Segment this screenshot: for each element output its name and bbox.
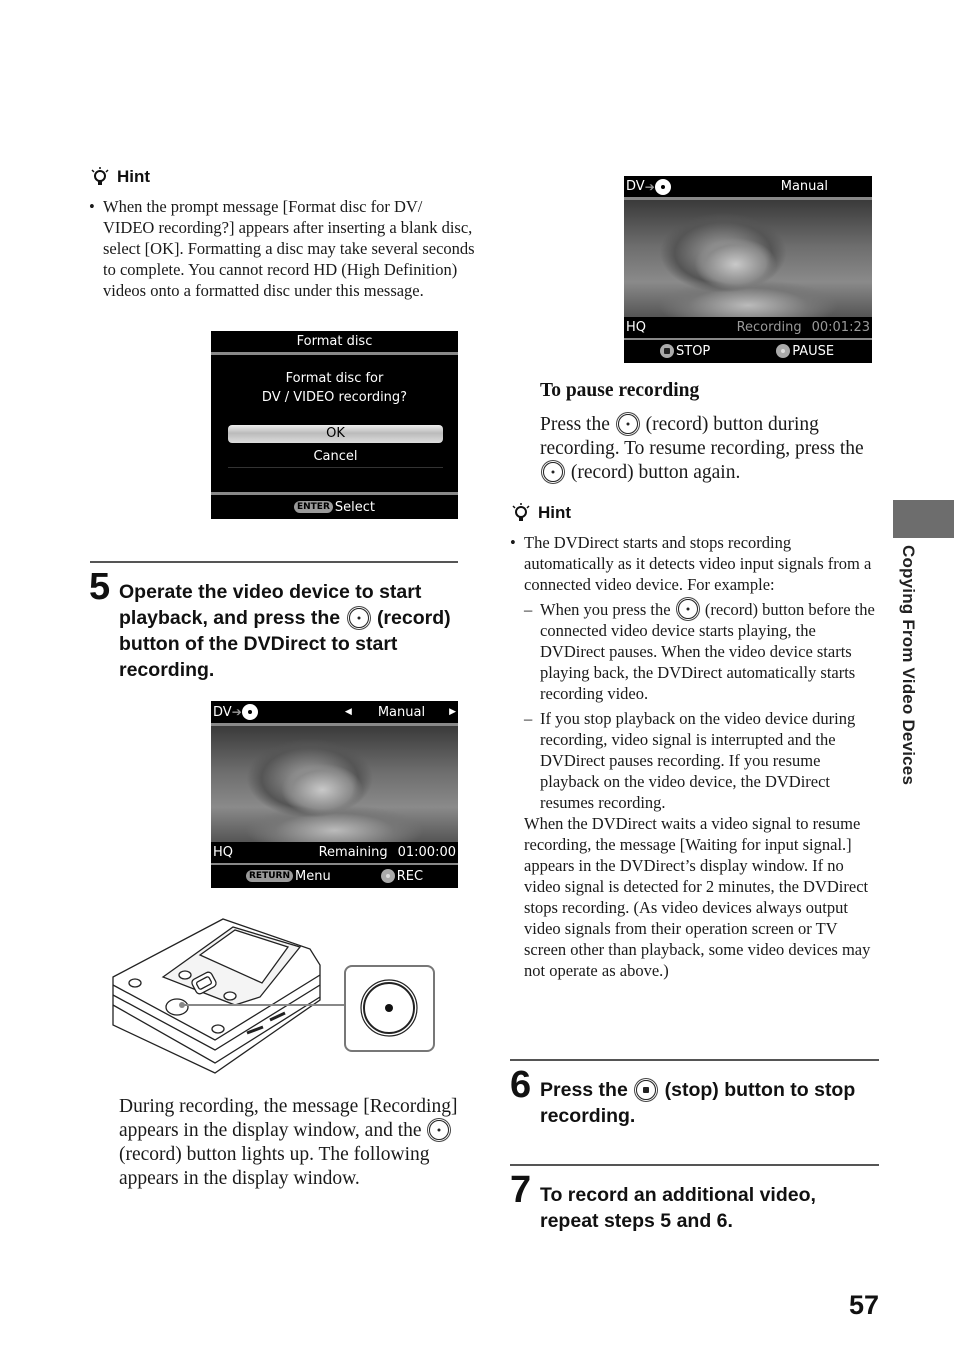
screen-footer: ENTER Select [211, 497, 458, 517]
arrow-right-icon: ➔ [231, 705, 242, 719]
step-instruction: Press the (stop) button to stop recordin… [540, 1077, 885, 1129]
hint-paragraph: When the DVDirect waits a video signal t… [524, 814, 871, 980]
message-line: DV / VIDEO recording? [261, 390, 408, 405]
pause-icon [776, 344, 791, 358]
divider [211, 492, 458, 495]
step-number: 5 [89, 566, 111, 608]
elapsed-time: 00:01:23 [811, 320, 870, 335]
record-dot-icon [380, 869, 395, 883]
lightbulb-icon [512, 503, 530, 521]
section-divider [90, 561, 458, 563]
step-text: Press the [540, 1079, 628, 1101]
quality-label: HQ [213, 845, 234, 860]
status-bar: HQ Recording 00:01:23 [624, 317, 872, 338]
hint-dash-item: When you press the (record) button befor… [524, 599, 882, 704]
message-line: Format disc for [285, 371, 384, 386]
enter-key-icon: ENTER [293, 501, 333, 513]
menu-label: Menu [295, 868, 331, 884]
paragraph-text: (record) button again. [570, 462, 741, 483]
dash-text: When you press the [540, 600, 671, 619]
screen-header: DV ➔ ◀ Manual ▶ [211, 701, 458, 723]
mode-label: Manual [780, 179, 828, 194]
hint-heading: Hint [89, 166, 150, 188]
disc-icon [654, 178, 671, 195]
record-button-icon [617, 414, 638, 434]
hint-bullet: The DVDirect starts and stops recording … [510, 532, 882, 595]
pause-heading: To pause recording [540, 380, 700, 401]
status-label: Remaining [318, 845, 388, 860]
paragraph-text: Press the [540, 414, 610, 435]
hint-title: Hint [538, 503, 572, 522]
record-button-icon [348, 608, 369, 628]
option-cancel[interactable]: Cancel [228, 447, 443, 468]
page-number: 57 [849, 1290, 880, 1320]
stop-button-icon [636, 1080, 657, 1100]
dvdirect-device-illustration [112, 918, 435, 1074]
stop-label: STOP [676, 343, 711, 359]
hint-body: The DVDirect starts and stops recording … [510, 532, 882, 981]
paragraph-text: (record) button lights up. The following… [119, 1144, 430, 1189]
record-ready-screen: DV ➔ ◀ Manual ▶ HQ Remaining 01:00:00 RE… [211, 701, 458, 888]
recording-screen: DV ➔ Manual HQ Recording 00:01:23 STOP P… [624, 176, 872, 363]
during-recording-text: During recording, the message [Recording… [119, 1095, 464, 1191]
mode-label: Manual [377, 704, 426, 720]
section-tab-marker [893, 500, 954, 538]
hint-title: Hint [117, 167, 151, 186]
screen-header: DV ➔ Manual [624, 176, 872, 197]
quality-label: HQ [626, 320, 647, 335]
time-remaining: 01:00:00 [397, 845, 456, 860]
video-preview [624, 200, 872, 317]
step-number: 6 [510, 1064, 532, 1106]
disc-icon [241, 704, 258, 720]
lightbulb-icon [91, 167, 109, 185]
record-button-icon [429, 1120, 450, 1140]
option-ok[interactable]: OK [228, 425, 443, 443]
format-disc-screen: Format disc Format disc for DV / VIDEO r… [211, 331, 458, 519]
paragraph-text: During recording, the message [Recording… [119, 1096, 458, 1141]
screen-footer: RETURN Menu REC [211, 865, 458, 887]
status-label: Recording [736, 320, 802, 335]
status-bar: HQ Remaining 01:00:00 [211, 842, 458, 863]
section-divider [510, 1059, 879, 1061]
section-label: Copying From Video Devices [896, 545, 920, 805]
source-label: DV [626, 179, 645, 194]
screen-footer: STOP PAUSE [624, 340, 872, 362]
section-divider [510, 1164, 879, 1166]
record-button-icon [677, 599, 698, 619]
prev-arrow-icon[interactable]: ◀ [345, 707, 352, 717]
stop-icon [660, 344, 674, 358]
divider [211, 352, 458, 355]
footer-label: Select [334, 499, 375, 515]
record-button-icon [543, 462, 563, 482]
screen-title: Format disc [296, 334, 373, 349]
step-instruction: Operate the video device to start playba… [119, 579, 464, 683]
next-arrow-icon[interactable]: ▶ [449, 707, 456, 717]
format-message: Format disc for DV / VIDEO recording? [211, 369, 458, 407]
rec-label: REC [396, 868, 424, 884]
hint-heading: Hint [510, 502, 571, 524]
step-instruction: To record an additional video, repeat st… [540, 1184, 816, 1232]
step-number: 7 [510, 1169, 532, 1211]
pause-text: Press the (record) button during recordi… [540, 413, 875, 485]
video-preview [211, 726, 458, 842]
return-key-icon: RETURN [246, 870, 293, 882]
section-title: Copying From Video Devices [899, 545, 918, 786]
pause-label: PAUSE [792, 343, 835, 359]
source-label: DV [213, 704, 232, 720]
hint-bullet: When the prompt message [Format disc for… [89, 196, 475, 301]
hint-dash-item: If you stop playback on the video device… [524, 708, 882, 813]
arrow-right-icon: ➔ [644, 179, 655, 194]
